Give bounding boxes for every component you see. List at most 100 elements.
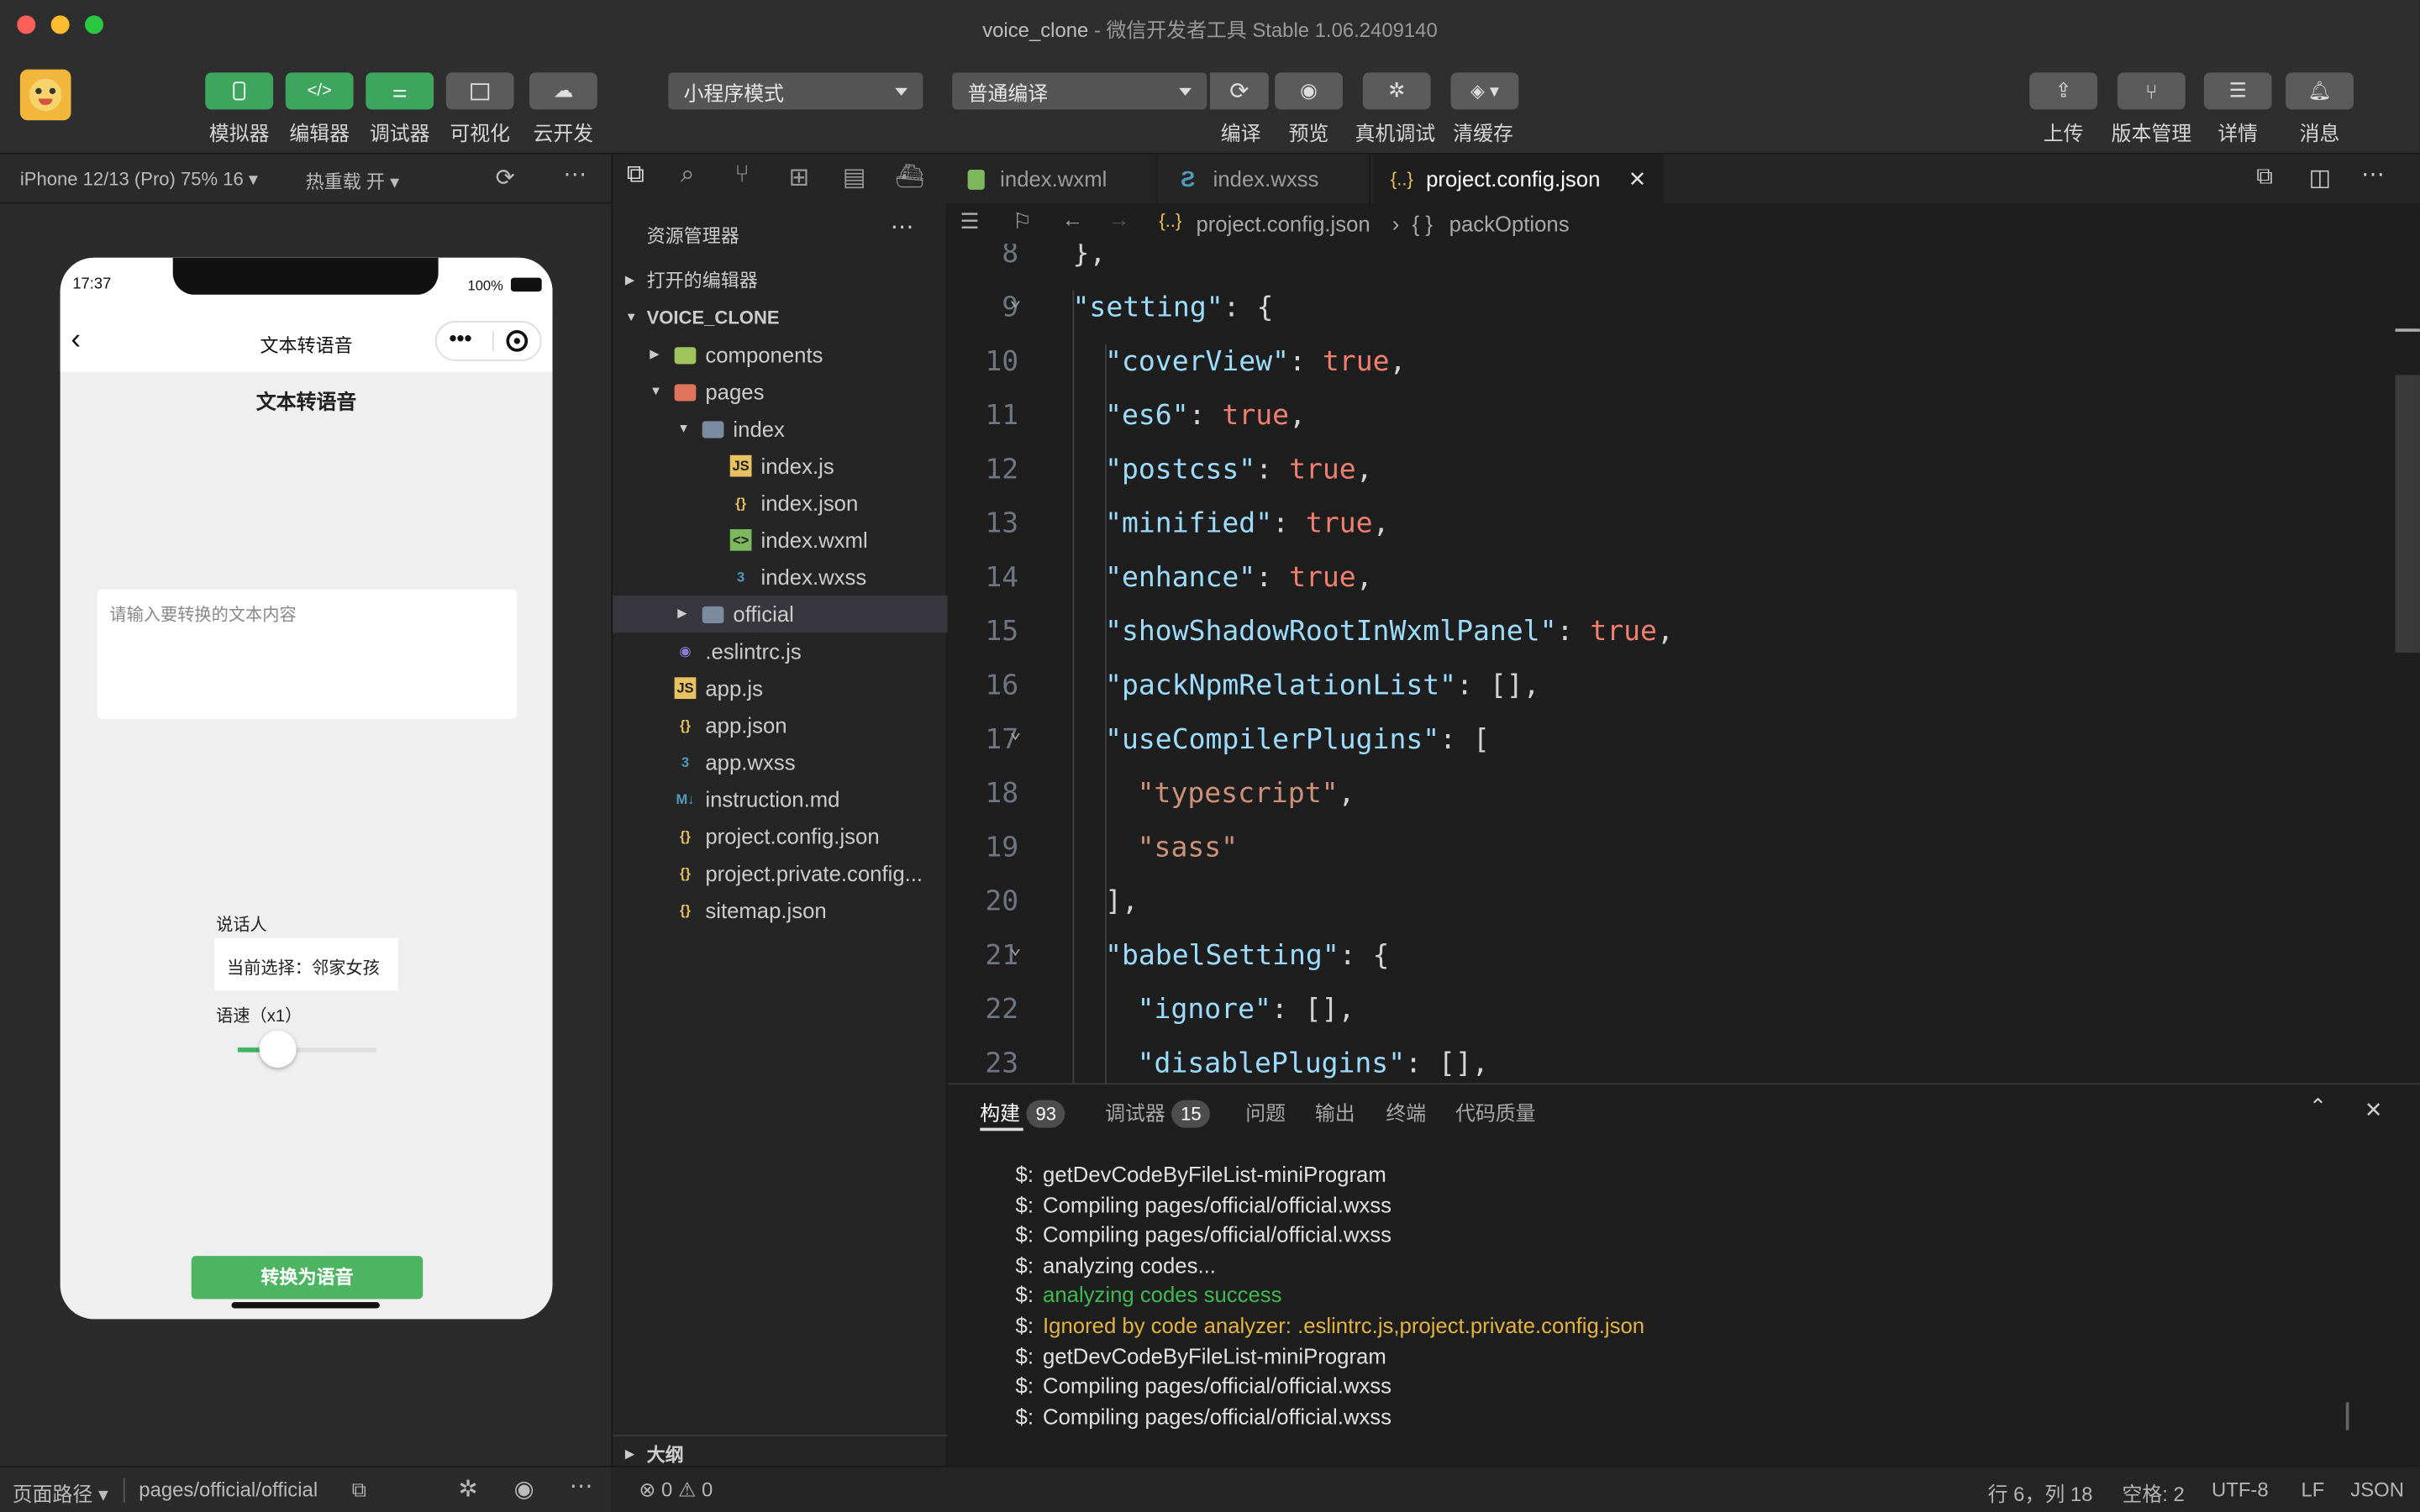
fold-chevron-icon[interactable]: ⌄ [1009, 288, 1021, 312]
file-tree-item[interactable]: 3 app.wxss [613, 743, 948, 780]
chevron-down-icon[interactable]: ▼ [650, 373, 662, 410]
file-tree-item[interactable]: JS index.js [613, 448, 948, 485]
explorer-more-icon[interactable]: ⋯ [891, 213, 914, 240]
text-input-area[interactable]: 请输入要转换的文本内容 [97, 589, 518, 719]
page-path-select[interactable]: 页面路径 ▾ [13, 1478, 108, 1508]
more-dots-icon[interactable]: ••• [449, 326, 471, 350]
version-button[interactable]: ⑂ [2117, 72, 2186, 110]
upload-button[interactable]: ⇪ [2029, 72, 2098, 110]
file-tree-item[interactable]: JS app.js [613, 669, 948, 706]
panel-tab[interactable]: 调试器 15 [1105, 1097, 1211, 1128]
fold-chevron-icon[interactable]: ⌄ [1009, 721, 1021, 744]
file-tree-item[interactable]: M↓ instruction.md [613, 780, 948, 817]
file-tree-item[interactable]: ◉ .eslintrc.js [613, 633, 948, 669]
more-icon[interactable]: ⋯ [563, 160, 587, 188]
preview-button[interactable]: ◉ [1275, 72, 1343, 110]
back-arrow-icon[interactable]: ← [1062, 207, 1084, 231]
forward-arrow-icon[interactable]: → [1108, 207, 1130, 231]
tab-index-wxss[interactable]: Ƨindex.wxss [1160, 154, 1370, 204]
hot-reload-toggle[interactable]: 热重载 开 ▾ [306, 168, 399, 194]
close-tab-icon[interactable]: ✕ [1628, 155, 1647, 204]
remote-debug-button[interactable]: ✲ [1362, 72, 1431, 110]
files-icon[interactable]: ⧉ [627, 162, 644, 190]
search-icon[interactable]: ⌕ [681, 162, 694, 190]
fold-chevron-icon[interactable]: ⌄ [1009, 937, 1021, 960]
mode-select[interactable]: 小程序模式 [668, 72, 923, 110]
cloud-dev-button[interactable]: ☁ [529, 72, 597, 110]
editor-toggle-button[interactable]: </> [285, 72, 354, 110]
chevron-down-icon[interactable]: ▼ [677, 411, 690, 448]
debugger-toggle-button[interactable]: ⚌ [366, 72, 434, 110]
close-panel-icon[interactable]: ✕ [2365, 1097, 2383, 1123]
panel-tab[interactable]: 代码质量 [1455, 1097, 1536, 1126]
more-icon[interactable]: ⋯ [570, 1472, 593, 1499]
code-editor[interactable]: 8}, 9 ⌄ "setting": {10 "coverView": true, 11 "… [947, 244, 2420, 1084]
open-editors-section[interactable]: ▶ 打开的编辑器 [613, 262, 948, 299]
breadcrumb-file[interactable]: project.config.json [1196, 212, 1370, 236]
clear-cache-button[interactable]: ◈ ▾ [1450, 72, 1519, 110]
tab-project-config[interactable]: {..} project.config.json ✕ [1373, 154, 1664, 204]
visual-toggle-button[interactable] [445, 72, 514, 110]
source-control-icon[interactable]: ⑂ [734, 162, 750, 190]
preview-label: 预览 [1288, 122, 1329, 145]
panel-scrollbar[interactable] [2345, 1402, 2349, 1431]
details-button[interactable]: ☰ [2203, 72, 2272, 110]
editor-scrollbar[interactable] [2395, 375, 2420, 653]
docker-icon[interactable]: ⛴ [895, 162, 924, 190]
compile-button[interactable]: ⟳ [1209, 72, 1269, 110]
open-changes-icon[interactable]: ⧉ [2256, 164, 2273, 190]
panel-tab[interactable]: 问题 [1245, 1097, 1286, 1126]
file-tree-item[interactable]: ▼ index [613, 411, 948, 448]
copy-icon[interactable]: ⧉ [352, 1478, 366, 1503]
convert-button[interactable]: 转换为语音 [191, 1256, 424, 1299]
line-ending[interactable]: LF [2302, 1478, 2325, 1502]
speaker-picker[interactable]: 当前选择：邻家女孩 [214, 937, 398, 991]
bug-icon[interactable]: ✲ [458, 1475, 477, 1503]
sliders-icon: ⚌ [392, 82, 408, 102]
file-tree-item[interactable]: {} project.private.config... [613, 855, 948, 892]
chevron-right-icon[interactable]: ▶ [650, 336, 659, 373]
file-tree-item[interactable]: {} project.config.json [613, 817, 948, 854]
file-tree-item[interactable]: ▶ components [613, 336, 948, 373]
file-tree-item[interactable]: {} app.json [613, 706, 948, 743]
storage-icon[interactable]: ▤ [843, 162, 866, 193]
close-mini-program-icon[interactable] [506, 330, 529, 352]
file-tree-item[interactable]: {} sitemap.json [613, 892, 948, 929]
file-tree-item[interactable]: ▼ pages [613, 373, 948, 410]
panel-tab[interactable]: 终端 [1386, 1097, 1426, 1126]
file-tree-item[interactable]: {} index.json [613, 485, 948, 522]
panel-tab[interactable]: 构建 93 [980, 1097, 1066, 1128]
title-bar: voice_clone - 微信开发者工具 Stable 1.06.240914… [0, 0, 2420, 155]
tab-index-wxml[interactable]: index.wxml [948, 154, 1158, 204]
cursor-position[interactable]: 行 6，列 18 [1988, 1478, 2093, 1508]
simulator-toggle-button[interactable] [205, 72, 274, 110]
bookmark-icon[interactable]: ⚐ [1013, 208, 1032, 234]
editor-more-icon[interactable]: ⋯ [2361, 160, 2385, 188]
speed-slider[interactable] [237, 1030, 377, 1068]
eye-icon[interactable]: ◉ [514, 1475, 534, 1503]
split-editor-icon[interactable]: ◫ [2309, 164, 2331, 192]
project-root[interactable]: ▼ VOICE_CLONE [613, 299, 948, 336]
encoding[interactable]: UTF-8 [2212, 1478, 2269, 1502]
file-tree-item[interactable]: ▶ official [613, 595, 948, 633]
line-number: 12 [985, 453, 1019, 486]
device-select[interactable]: iPhone 12/13 (Pro) 75% 16 ▾ [20, 168, 258, 190]
capsule-button[interactable]: ••• [434, 321, 542, 361]
list-icon[interactable]: ☰ [960, 208, 979, 234]
language-mode[interactable]: JSON [2350, 1478, 2404, 1502]
file-tree-item[interactable]: <> index.wxml [613, 522, 948, 559]
breadcrumb-symbol[interactable]: packOptions [1449, 212, 1570, 236]
errors-indicator[interactable]: ⊗ 0 ⚠ 0 [639, 1478, 713, 1503]
indentation[interactable]: 空格: 2 [2122, 1478, 2184, 1508]
messages-button[interactable]: 🔔︎ [2286, 72, 2354, 110]
speed-slider-thumb[interactable] [259, 1030, 297, 1068]
rotate-icon[interactable]: ⟳ [496, 164, 515, 192]
avatar[interactable] [19, 69, 71, 121]
chevron-right-icon[interactable]: ▶ [677, 596, 687, 633]
chevron-up-icon[interactable]: ⌃ [2309, 1094, 2328, 1120]
compile-select[interactable]: 普通编译 [952, 72, 1207, 110]
panel-tab[interactable]: 输出 [1315, 1097, 1355, 1126]
extensions-icon[interactable]: ⊞ [789, 162, 810, 193]
capsule-divider [492, 331, 494, 352]
file-tree-item[interactable]: 3 index.wxss [613, 559, 948, 596]
